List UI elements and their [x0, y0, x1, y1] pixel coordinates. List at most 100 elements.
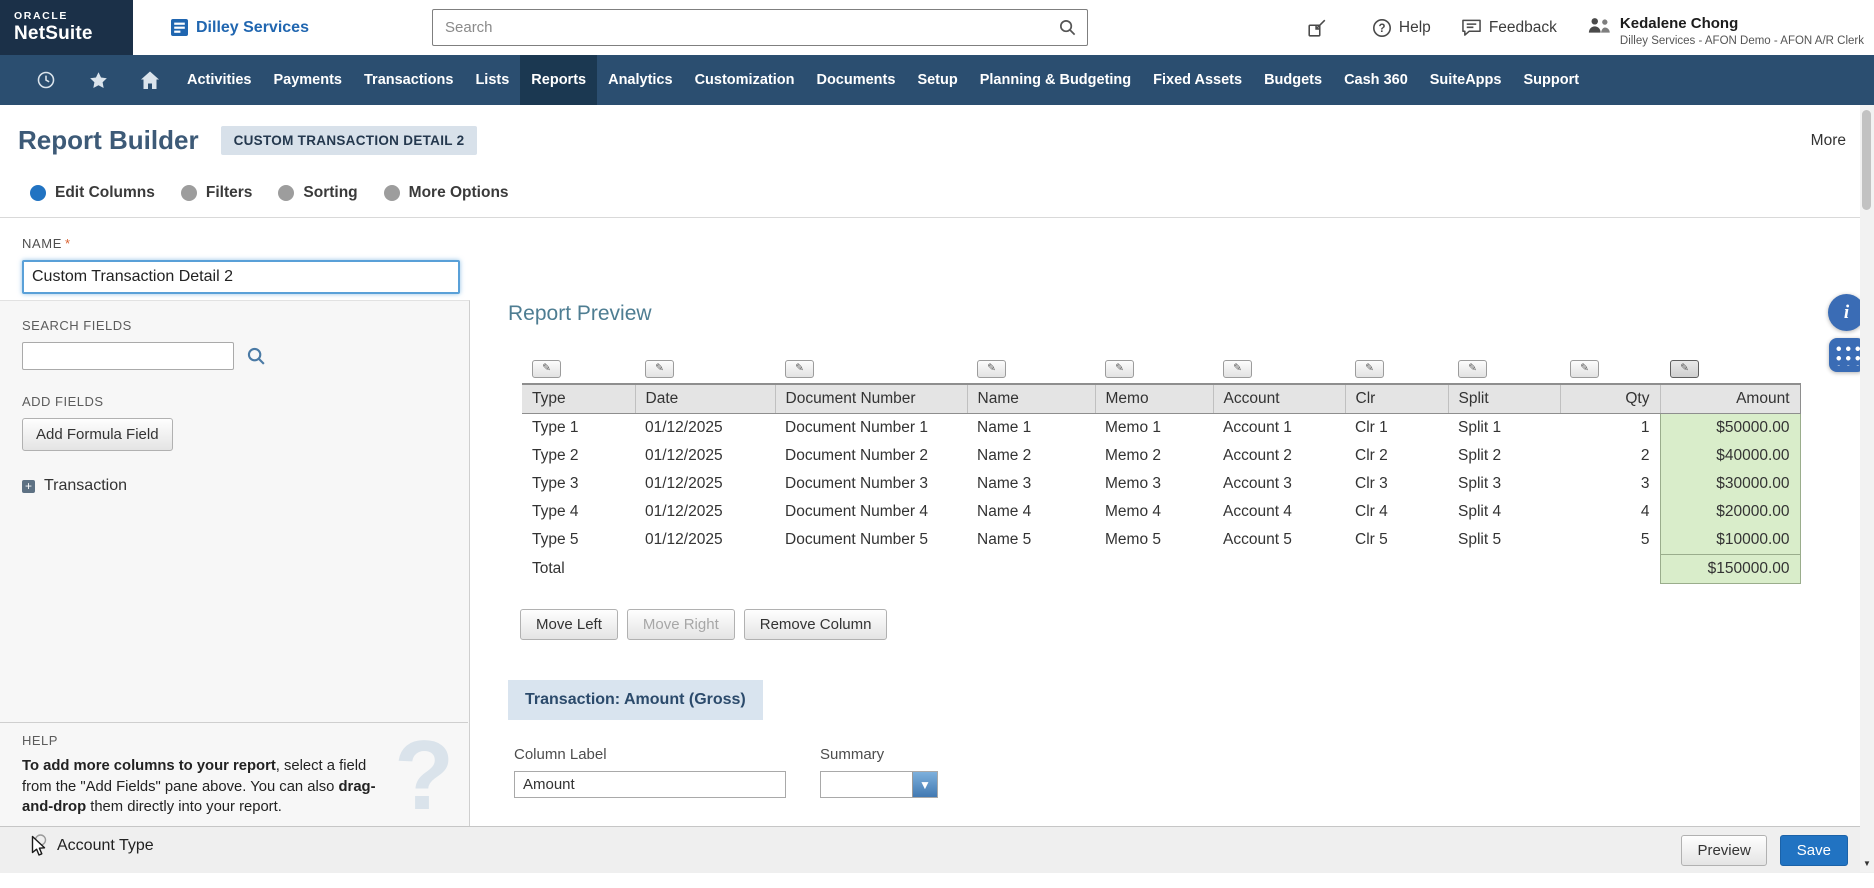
- nav-item-reports[interactable]: Reports: [520, 55, 598, 105]
- column-header-amount[interactable]: Amount: [1659, 383, 1801, 414]
- field-search-icon[interactable]: [246, 346, 267, 367]
- fields-panel: SEARCH FIELDS ADD FIELDS Add Formula Fie…: [0, 300, 470, 826]
- table-cell: Memo 3: [1105, 475, 1161, 492]
- nav-item-activities[interactable]: Activities: [176, 55, 262, 105]
- help-box: ? HELP To add more columns to your repor…: [0, 722, 468, 826]
- column-header-clr[interactable]: Clr: [1345, 383, 1449, 414]
- table-cell: Document Number 2: [785, 447, 929, 464]
- table-cell: 01/12/2025: [645, 419, 723, 436]
- nav-item-support[interactable]: Support: [1512, 55, 1590, 105]
- move-left-button[interactable]: Move Left: [520, 609, 618, 640]
- remove-column-button[interactable]: Remove Column: [743, 609, 888, 640]
- help-label: Help: [1398, 18, 1431, 36]
- nav-item-setup[interactable]: Setup: [906, 55, 968, 105]
- preview-button[interactable]: Preview: [1681, 834, 1767, 866]
- step-more-options[interactable]: More Options: [383, 184, 509, 202]
- search-fields-label: SEARCH FIELDS: [22, 318, 132, 333]
- more-link[interactable]: More: [1811, 132, 1846, 150]
- drag-cursor-icon: [27, 833, 49, 859]
- column-header-type[interactable]: Type: [522, 383, 636, 414]
- table-cell: Name 5: [977, 531, 1032, 549]
- edit-column-type-icon[interactable]: ✎: [532, 360, 561, 378]
- nav-item-payments[interactable]: Payments: [262, 55, 353, 105]
- scrollbar-thumb[interactable]: [1862, 110, 1871, 210]
- column-header-account[interactable]: Account: [1213, 383, 1346, 414]
- nav-item-lists[interactable]: Lists: [464, 55, 520, 105]
- vertical-scrollbar[interactable]: ▼: [1860, 105, 1874, 872]
- nav-item-analytics[interactable]: Analytics: [597, 55, 683, 105]
- edit-column-amount-icon[interactable]: ✎: [1670, 360, 1699, 378]
- user-menu[interactable]: Kedalene Chong Dilley Services - AFON De…: [1587, 8, 1864, 47]
- report-preview-table: ✎ ✎ ✎ ✎ ✎ ✎ ✎ ✎ ✎ ✎ Type Date Document Number Name Mem…: [522, 354, 1801, 584]
- expand-plus-icon[interactable]: +: [22, 479, 35, 493]
- save-button[interactable]: Save: [1779, 834, 1848, 866]
- arrow-box-icon[interactable]: [1306, 17, 1328, 39]
- global-search-input[interactable]: [433, 19, 1047, 36]
- edit-column-name-icon[interactable]: ✎: [977, 360, 1006, 378]
- nav-item-customization[interactable]: Customization: [684, 55, 806, 105]
- column-header-qty[interactable]: Qty: [1560, 383, 1661, 414]
- table-cell: Type 5: [532, 531, 579, 549]
- step-dot-icon: [383, 184, 400, 201]
- nav-item-transactions[interactable]: Transactions: [353, 55, 464, 105]
- table-cell: Type 2: [532, 447, 579, 464]
- edit-column-date-icon[interactable]: ✎: [645, 360, 674, 378]
- column-header-date[interactable]: Date: [635, 383, 776, 414]
- nav-item-cash-360[interactable]: Cash 360: [1333, 55, 1419, 105]
- table-cell: 5: [1640, 531, 1650, 549]
- page-title: Report Builder: [18, 125, 199, 155]
- column-label-input[interactable]: [514, 771, 786, 798]
- report-name-input[interactable]: [22, 260, 460, 294]
- help-button[interactable]: ? Help: [1372, 18, 1431, 38]
- recent-records-icon[interactable]: [20, 55, 72, 105]
- column-actions: Move Left Move Right Remove Column: [520, 609, 1874, 640]
- edit-column-split-icon[interactable]: ✎: [1458, 360, 1487, 378]
- company-switcher[interactable]: Dilley Services: [171, 19, 309, 37]
- nav-item-budgets[interactable]: Budgets: [1253, 55, 1333, 105]
- table-cell: Account 4: [1223, 503, 1292, 520]
- table-cell: Type 1: [532, 419, 579, 436]
- edit-column-clr-icon[interactable]: ✎: [1355, 360, 1384, 378]
- step-edit-columns[interactable]: Edit Columns: [30, 184, 155, 202]
- netsuite-logo[interactable]: ORACLE NetSuite: [0, 0, 133, 55]
- edit-column-qty-icon[interactable]: ✎: [1570, 360, 1599, 378]
- tree-item-transaction[interactable]: + Transaction: [22, 477, 447, 495]
- nav-item-planning-budgeting[interactable]: Planning & Budgeting: [969, 55, 1142, 105]
- help-label: HELP: [22, 733, 58, 748]
- nav-item-suiteapps[interactable]: SuiteApps: [1419, 55, 1513, 105]
- feedback-button[interactable]: Feedback: [1461, 18, 1557, 37]
- search-icon[interactable]: [1047, 10, 1087, 45]
- scrollbar-down-icon[interactable]: ▼: [1860, 856, 1874, 871]
- edit-column-memo-icon[interactable]: ✎: [1105, 360, 1134, 378]
- table-cell: Document Number 3: [785, 475, 929, 492]
- table-cell: Split 3: [1458, 475, 1502, 492]
- table-cell: 1: [1640, 419, 1650, 436]
- chevron-down-icon[interactable]: ▼: [912, 772, 937, 797]
- step-sorting[interactable]: Sorting: [278, 184, 358, 202]
- column-header-split[interactable]: Split: [1448, 383, 1561, 414]
- table-cell: Split 4: [1458, 503, 1502, 520]
- edit-column-document-number-icon[interactable]: ✎: [785, 360, 814, 378]
- step-filters[interactable]: Filters: [180, 184, 252, 202]
- edit-column-account-icon[interactable]: ✎: [1223, 360, 1252, 378]
- user-role: Dilley Services - AFON Demo - AFON A/R C…: [1619, 35, 1864, 47]
- shortcuts-star-icon[interactable]: [72, 55, 124, 105]
- step-dot-icon: [30, 184, 46, 201]
- table-cell: Type 4: [532, 503, 579, 520]
- nav-item-fixed-assets[interactable]: Fixed Assets: [1142, 55, 1253, 105]
- table-cell: Name 3: [977, 475, 1032, 492]
- column-header-memo[interactable]: Memo: [1095, 383, 1214, 414]
- add-formula-field-button[interactable]: Add Formula Field: [22, 418, 173, 451]
- nav-item-documents[interactable]: Documents: [805, 55, 906, 105]
- column-header-document-number[interactable]: Document Number: [775, 383, 968, 414]
- home-icon[interactable]: [124, 55, 176, 105]
- global-search: [432, 9, 1088, 46]
- table-cell: Clr 4: [1355, 503, 1388, 520]
- table-cell: 01/12/2025: [645, 531, 723, 549]
- total-amount: $150000.00: [1659, 554, 1801, 584]
- column-header-name[interactable]: Name: [967, 383, 1096, 414]
- summary-select[interactable]: ▼: [820, 771, 938, 798]
- move-right-button[interactable]: Move Right: [626, 609, 735, 640]
- field-editor-title: Transaction: Amount (Gross): [508, 680, 763, 720]
- field-search-input[interactable]: [22, 342, 234, 370]
